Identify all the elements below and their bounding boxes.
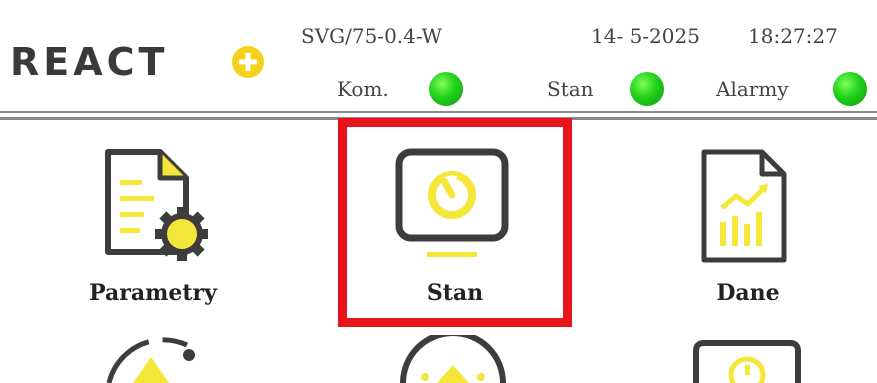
alarm-cycle-icon[interactable] <box>95 335 220 383</box>
tile-label-dane: Dane <box>716 280 780 306</box>
time-display: 18:27:27 <box>748 24 838 48</box>
menu-tile-parametry[interactable]: Parametry <box>68 138 238 313</box>
plus-icon <box>232 46 264 78</box>
status-led-alarmy <box>833 72 867 106</box>
logo-text: REACT <box>10 40 169 84</box>
status-led-stan <box>630 72 664 106</box>
monitor-alert-icon[interactable] <box>690 337 805 383</box>
document-gear-icon <box>105 149 208 261</box>
warning-gauge-icon[interactable] <box>397 335 509 383</box>
document-chart-icon <box>701 149 787 263</box>
menu-tile-dane[interactable]: Dane <box>663 138 833 313</box>
header-divider <box>0 111 877 113</box>
indicator-label-alarmy: Alarmy <box>716 77 789 101</box>
indicator-label-stan: Stan <box>547 77 594 101</box>
indicator-label-kom: Kom. <box>337 77 389 101</box>
date-display: 14- 5-2025 <box>591 24 700 48</box>
status-led-kom <box>429 72 463 106</box>
tile-label-parametry: Parametry <box>89 280 217 306</box>
reacto-logo: REACT <box>10 40 268 84</box>
selection-highlight <box>338 118 572 327</box>
device-model: SVG/75-0.4-W <box>301 24 443 48</box>
